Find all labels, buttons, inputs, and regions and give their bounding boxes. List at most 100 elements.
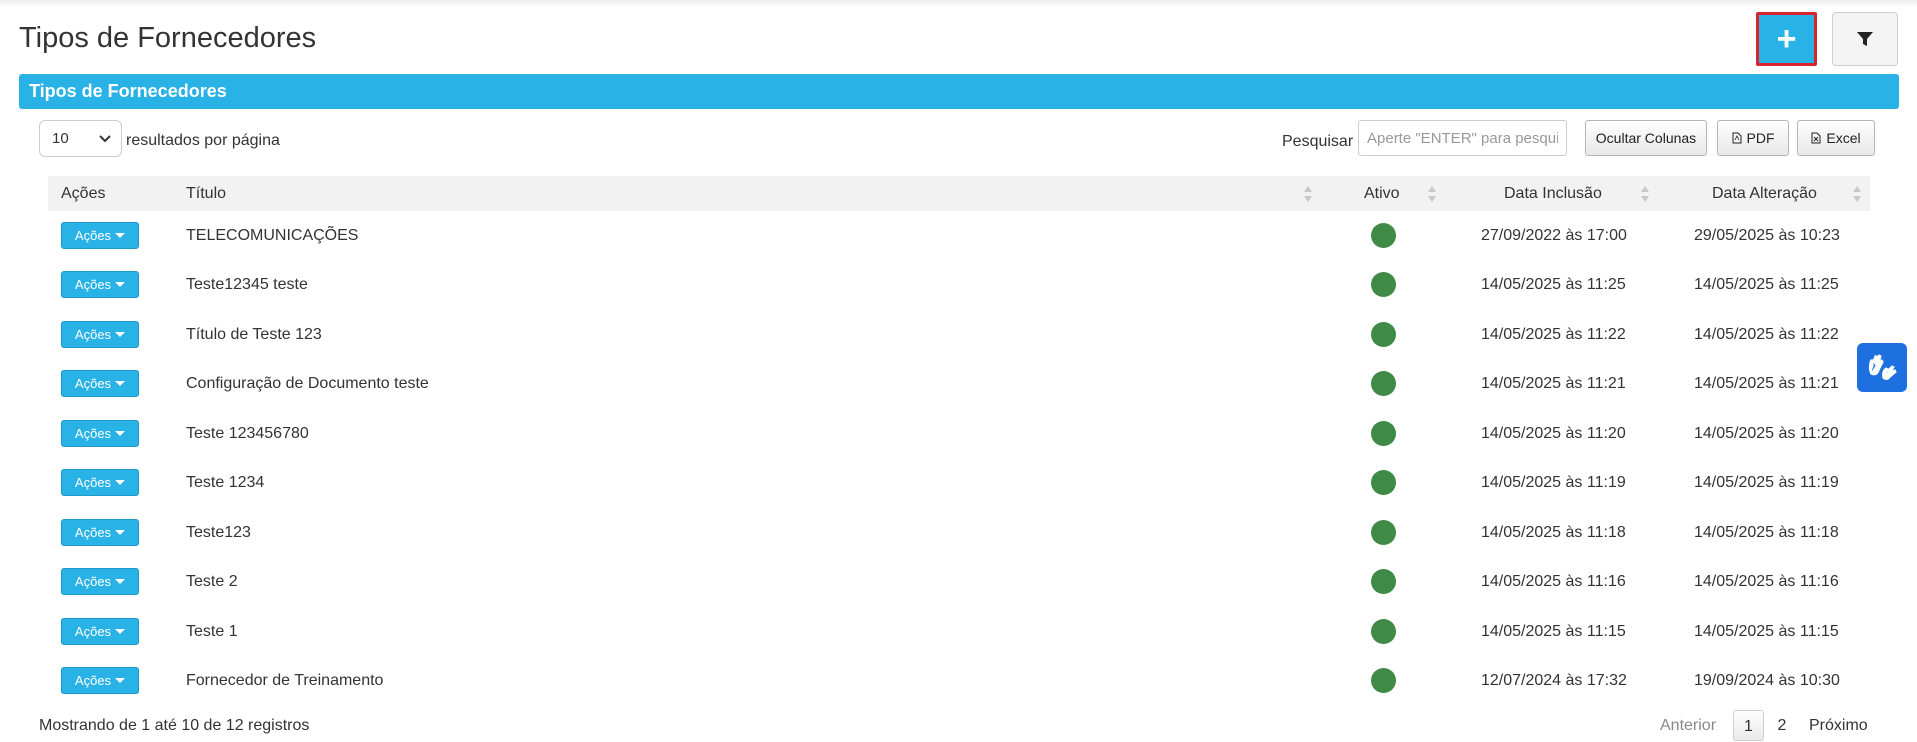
acoes-button[interactable]: Ações xyxy=(61,420,139,447)
acoes-label: Ações xyxy=(74,228,112,243)
sign-language-button[interactable] xyxy=(1857,343,1907,392)
table-row: Ações Título de Teste 123 14/05/2025 às … xyxy=(48,310,1870,359)
acoes-label: Ações xyxy=(74,525,112,540)
caret-down-icon xyxy=(115,282,126,287)
cell-data-inclusao: 14/05/2025 às 11:22 xyxy=(1481,326,1626,343)
header-data-inclusao[interactable]: Data Inclusão xyxy=(1504,176,1602,211)
acoes-button[interactable]: Ações xyxy=(61,271,139,298)
cell-data-inclusao: 14/05/2025 às 11:21 xyxy=(1481,375,1626,392)
acoes-button[interactable]: Ações xyxy=(61,321,139,348)
cell-titulo: Teste 1 xyxy=(186,623,238,640)
active-status-icon xyxy=(1371,668,1396,693)
acoes-button[interactable]: Ações xyxy=(61,568,139,595)
active-status-icon xyxy=(1371,569,1396,594)
cell-data-inclusao: 14/05/2025 às 11:18 xyxy=(1481,524,1626,541)
header-acoes: Ações xyxy=(61,185,106,202)
per-page-label: resultados por página xyxy=(126,132,280,149)
table-row: Ações Teste12345 teste 14/05/2025 às 11:… xyxy=(48,260,1870,309)
excel-button[interactable]: Excel xyxy=(1797,120,1875,156)
pdf-label: PDF xyxy=(1746,130,1775,146)
acoes-button[interactable]: Ações xyxy=(61,370,139,397)
acoes-label: Ações xyxy=(74,624,112,639)
cell-titulo: Teste 1234 xyxy=(186,474,265,491)
hide-columns-button[interactable]: Ocultar Colunas xyxy=(1585,120,1707,156)
pagination-previous[interactable]: Anterior xyxy=(1660,710,1716,741)
acoes-label: Ações xyxy=(74,327,112,342)
add-button[interactable]: + xyxy=(1756,12,1817,66)
cell-data-inclusao: 12/07/2024 às 17:32 xyxy=(1481,672,1627,689)
caret-down-icon xyxy=(115,579,126,584)
sort-icon[interactable] xyxy=(1852,184,1862,204)
sort-icon[interactable] xyxy=(1303,184,1313,204)
caret-down-icon xyxy=(115,678,126,683)
cell-data-alteracao: 14/05/2025 às 11:20 xyxy=(1694,425,1839,442)
filter-icon xyxy=(1857,32,1873,46)
active-status-icon xyxy=(1371,520,1396,545)
acoes-button[interactable]: Ações xyxy=(61,222,139,249)
active-status-icon xyxy=(1371,223,1396,248)
active-status-icon xyxy=(1371,421,1396,446)
caret-down-icon xyxy=(115,381,126,386)
acoes-button[interactable]: Ações xyxy=(61,469,139,496)
active-status-icon xyxy=(1371,322,1396,347)
records-info: Mostrando de 1 até 10 de 12 registros xyxy=(39,717,310,734)
header-titulo[interactable]: Título xyxy=(186,176,226,211)
active-status-icon xyxy=(1371,371,1396,396)
sort-icon[interactable] xyxy=(1427,184,1437,204)
cell-data-inclusao: 14/05/2025 às 11:19 xyxy=(1481,474,1626,491)
excel-file-icon xyxy=(1811,132,1821,144)
pagination-page-2[interactable]: 2 xyxy=(1775,710,1789,741)
caret-down-icon xyxy=(115,480,126,485)
pagination-page-1[interactable]: 1 xyxy=(1733,710,1764,741)
acoes-button[interactable]: Ações xyxy=(61,519,139,546)
acoes-button[interactable]: Ações xyxy=(61,618,139,645)
cell-data-inclusao: 14/05/2025 às 11:20 xyxy=(1481,425,1626,442)
table-row: Ações Teste 2 14/05/2025 às 11:16 14/05/… xyxy=(48,557,1870,606)
plus-icon: + xyxy=(1776,19,1797,58)
cell-data-inclusao: 14/05/2025 às 11:25 xyxy=(1481,276,1626,293)
cell-data-alteracao: 19/09/2024 às 10:30 xyxy=(1694,672,1840,689)
cell-titulo: Título de Teste 123 xyxy=(186,326,322,343)
table-row: Ações Teste 123456780 14/05/2025 às 11:2… xyxy=(48,409,1870,458)
cell-data-inclusao: 27/09/2022 às 17:00 xyxy=(1481,227,1627,244)
header-data-alteracao[interactable]: Data Alteração xyxy=(1712,176,1817,211)
page-size-value: 10 xyxy=(52,130,69,147)
cell-titulo: Teste 123456780 xyxy=(186,425,309,442)
table-row: Ações Configuração de Documento teste 14… xyxy=(48,359,1870,408)
hide-columns-label: Ocultar Colunas xyxy=(1595,130,1697,146)
caret-down-icon xyxy=(115,233,126,238)
caret-down-icon xyxy=(115,530,126,535)
pagination-next[interactable]: Próximo xyxy=(1809,710,1868,741)
cell-data-alteracao: 14/05/2025 às 11:19 xyxy=(1694,474,1839,491)
chevron-down-icon xyxy=(99,135,111,143)
sort-icon[interactable] xyxy=(1640,184,1650,204)
cell-data-inclusao: 14/05/2025 às 11:16 xyxy=(1481,573,1626,590)
cell-data-alteracao: 14/05/2025 às 11:18 xyxy=(1694,524,1839,541)
top-shadow xyxy=(0,0,1917,8)
acoes-button[interactable]: Ações xyxy=(61,667,139,694)
cell-data-alteracao: 14/05/2025 às 11:16 xyxy=(1694,573,1839,590)
cell-titulo: Teste123 xyxy=(186,524,251,541)
acoes-label: Ações xyxy=(74,673,112,688)
search-input[interactable] xyxy=(1358,120,1567,156)
page-size-select[interactable]: 10 xyxy=(39,120,122,157)
cell-data-alteracao: 14/05/2025 às 11:25 xyxy=(1694,276,1839,293)
cell-data-inclusao: 14/05/2025 às 11:15 xyxy=(1481,623,1626,640)
search-label: Pesquisar xyxy=(1282,133,1354,150)
cell-data-alteracao: 14/05/2025 às 11:15 xyxy=(1694,623,1839,640)
cell-data-alteracao: 14/05/2025 às 11:22 xyxy=(1694,326,1839,343)
acoes-label: Ações xyxy=(74,574,112,589)
filter-button[interactable] xyxy=(1832,12,1898,66)
excel-label: Excel xyxy=(1826,130,1861,146)
pdf-button[interactable]: PDF xyxy=(1717,120,1789,156)
cell-titulo: Teste12345 teste xyxy=(186,276,308,293)
page-title: Tipos de Fornecedores xyxy=(19,22,317,54)
cell-titulo: Fornecedor de Treinamento xyxy=(186,672,384,689)
cell-titulo: Teste 2 xyxy=(186,573,238,590)
acoes-label: Ações xyxy=(74,376,112,391)
cell-data-alteracao: 29/05/2025 às 10:23 xyxy=(1694,227,1840,244)
header-ativo[interactable]: Ativo xyxy=(1364,176,1400,211)
pdf-file-icon xyxy=(1732,132,1741,144)
acoes-label: Ações xyxy=(74,277,112,292)
active-status-icon xyxy=(1371,619,1396,644)
